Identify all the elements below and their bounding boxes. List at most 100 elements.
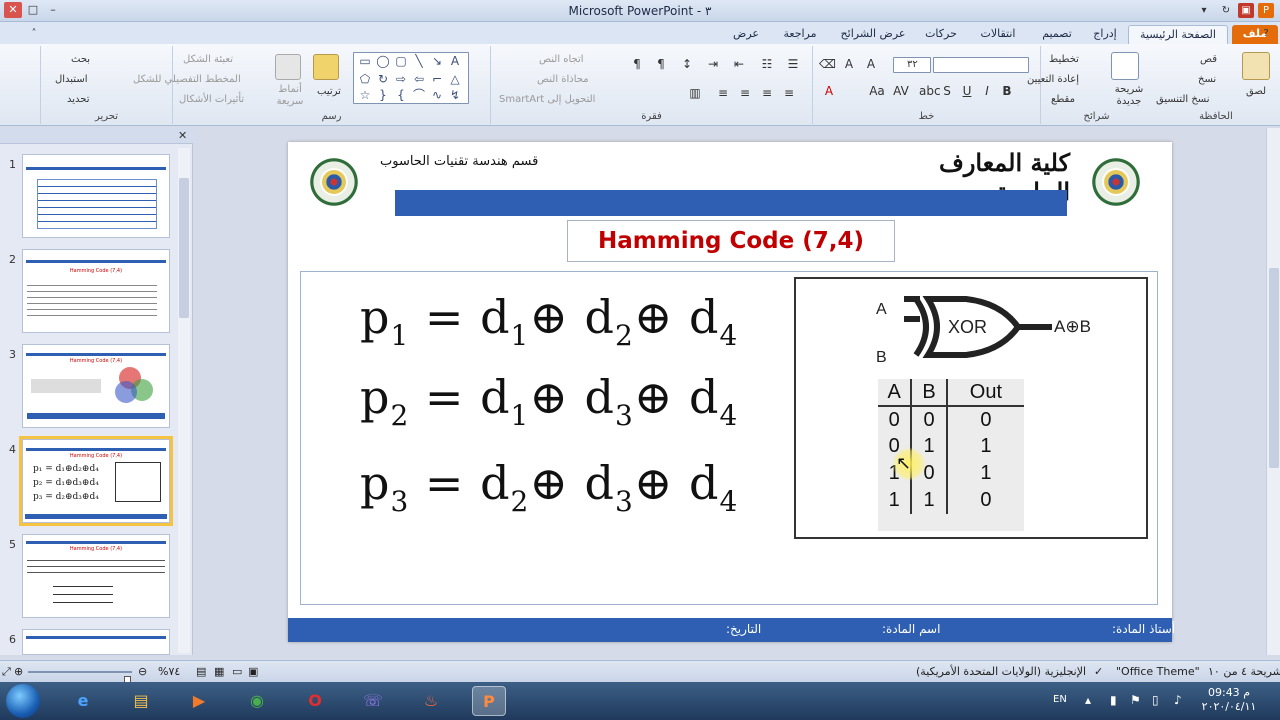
slide-thumbnail[interactable]: Hamming Code (7,4): [22, 249, 170, 333]
shape-line-icon[interactable]: ╲: [411, 54, 427, 68]
tab-animations[interactable]: حركات: [918, 25, 964, 44]
powerpoint-app-icon[interactable]: P: [1258, 3, 1274, 18]
fit-slide-icon[interactable]: ⤢: [2, 665, 11, 679]
align-right-icon[interactable]: ≡: [781, 86, 797, 100]
view-sorter-icon[interactable]: ▦: [214, 665, 224, 678]
shape-connector-icon[interactable]: ⌐: [429, 72, 445, 86]
shape-curve-icon[interactable]: ∿: [429, 88, 445, 102]
text-direction-button[interactable]: اتجاه النص: [539, 54, 584, 65]
change-case-icon[interactable]: Aa: [869, 84, 885, 98]
cut-button[interactable]: قص: [1200, 54, 1217, 65]
thumbnail-scrollbar[interactable]: [178, 148, 190, 653]
keyboard-language[interactable]: EN: [1053, 694, 1067, 705]
font-name-box[interactable]: [933, 57, 1029, 73]
tab-view[interactable]: عرض: [724, 25, 768, 44]
equation-p3[interactable]: p3 = d2⊕ d3⊕ d4: [360, 456, 738, 518]
equation-p1[interactable]: p1 = d1⊕ d2⊕ d4: [360, 290, 738, 352]
browser-icon[interactable]: ♨: [414, 686, 448, 716]
new-slide-button[interactable]: شريحة جديدة: [1107, 84, 1151, 108]
quick-styles-button[interactable]: أنماط سريعة: [273, 84, 307, 108]
media-player-icon[interactable]: ▶: [182, 686, 216, 716]
columns-icon[interactable]: ▥: [687, 86, 703, 100]
close-pane-icon[interactable]: ✕: [178, 129, 187, 142]
shape-triangle-icon[interactable]: △: [447, 72, 463, 86]
slide-thumbnail[interactable]: [22, 629, 170, 655]
shape-left-arrow-icon[interactable]: ⇦: [411, 72, 427, 86]
language-indicator[interactable]: الإنجليزية (الولايات المتحدة الأمريكية): [916, 665, 1086, 678]
zoom-slider[interactable]: [28, 671, 132, 688]
clock[interactable]: 09:43 م ٢٠٢٠/٠٤/١١: [1198, 686, 1260, 714]
bullets-icon[interactable]: ☰: [785, 57, 801, 71]
close-button[interactable]: ✕: [4, 2, 22, 18]
grow-font-icon[interactable]: A: [863, 57, 879, 71]
powerpoint-taskbar-icon[interactable]: P: [472, 686, 506, 716]
internet-explorer-icon[interactable]: e: [66, 686, 100, 716]
section-button[interactable]: مقطع: [1051, 94, 1075, 105]
slide-thumbnail[interactable]: [22, 154, 170, 238]
arrange-icon[interactable]: [313, 54, 339, 80]
shape-textbox-icon[interactable]: A: [447, 54, 463, 68]
find-button[interactable]: بحث: [71, 54, 90, 65]
bold-icon[interactable]: B: [999, 84, 1015, 98]
select-button[interactable]: تحديد: [67, 94, 90, 105]
minimize-button[interactable]: –: [44, 2, 62, 18]
paste-icon[interactable]: [1242, 52, 1270, 80]
shape-arrow-icon[interactable]: ↘: [429, 54, 445, 68]
file-explorer-icon[interactable]: ▤: [124, 686, 158, 716]
shape-right-arrow-icon[interactable]: ⇨: [393, 72, 409, 86]
tab-review[interactable]: مراجعة: [772, 25, 828, 44]
char-spacing-icon[interactable]: AV: [893, 84, 909, 98]
tab-home[interactable]: الصفحة الرئيسية: [1128, 25, 1228, 44]
spellcheck-icon[interactable]: ✓: [1094, 665, 1103, 678]
justify-icon[interactable]: ≡: [715, 86, 731, 100]
shape-oval-icon[interactable]: ◯: [375, 54, 391, 68]
view-reading-icon[interactable]: ▭: [232, 665, 242, 678]
tab-transitions[interactable]: انتقالات: [968, 25, 1028, 44]
tab-insert[interactable]: إدراج: [1086, 25, 1124, 44]
redo-icon[interactable]: ↻: [1218, 3, 1234, 18]
customize-qat-icon[interactable]: ▾: [1196, 3, 1212, 18]
underline-icon[interactable]: U: [959, 84, 975, 98]
decrease-indent-icon[interactable]: ⇤: [731, 57, 747, 71]
quick-styles-icon[interactable]: [275, 54, 301, 80]
equation-p2[interactable]: p2 = d1⊕ d3⊕ d4: [360, 370, 738, 432]
network-icon[interactable]: ▮: [1110, 693, 1117, 707]
current-slide[interactable]: قسم هندسة تقنيات الحاسوب كلية المعارف ال…: [288, 142, 1175, 642]
viber-icon[interactable]: ☏: [356, 686, 390, 716]
view-slideshow-icon[interactable]: ▣: [248, 665, 258, 678]
minimize-ribbon-icon[interactable]: ˄: [26, 26, 42, 41]
slides-tab[interactable]: [0, 128, 193, 144]
shape-brace-left-icon[interactable]: {: [393, 88, 409, 102]
shape-effects-button[interactable]: تأثيرات الأشكال: [179, 94, 244, 105]
shrink-font-icon[interactable]: A: [841, 57, 857, 71]
convert-smartart-button[interactable]: التحويل إلى SmartArt: [499, 94, 595, 105]
shape-arc-icon[interactable]: ⌒: [411, 88, 427, 102]
volume-icon[interactable]: ♪: [1174, 693, 1182, 707]
slide-thumbnail[interactable]: Hamming Code (7,4): [22, 344, 170, 428]
editor-scrollbar[interactable]: [1266, 128, 1280, 655]
start-button[interactable]: [6, 684, 40, 718]
copy-button[interactable]: نسخ: [1198, 74, 1216, 85]
font-color-icon[interactable]: A: [821, 84, 837, 98]
shape-star-icon[interactable]: ☆: [357, 88, 373, 102]
numbering-icon[interactable]: ☷: [759, 57, 775, 71]
opera-icon[interactable]: O: [298, 686, 332, 716]
save-icon[interactable]: ▣: [1238, 3, 1254, 18]
shape-pentagon-icon[interactable]: ⬠: [357, 72, 373, 86]
clear-formatting-icon[interactable]: ⌫: [819, 57, 836, 71]
help-icon[interactable]: ?: [1258, 26, 1274, 41]
battery-icon[interactable]: ▯: [1152, 693, 1159, 707]
ltr-icon[interactable]: ¶: [629, 57, 645, 71]
zoom-level[interactable]: %٧٤: [158, 665, 180, 678]
tab-design[interactable]: تصميم: [1032, 25, 1082, 44]
shape-fill-button[interactable]: تعبئة الشكل: [183, 54, 233, 65]
arrange-button[interactable]: ترتيب: [317, 86, 341, 97]
tab-slideshow[interactable]: عرض الشرائح: [832, 25, 914, 44]
format-painter-button[interactable]: نسخ التنسيق: [1156, 94, 1209, 105]
layout-button[interactable]: تخطيط: [1049, 54, 1079, 65]
shape-loop-icon[interactable]: ↻: [375, 72, 391, 86]
zoom-out-icon[interactable]: ⊖: [138, 665, 147, 678]
paste-button[interactable]: لصق: [1246, 86, 1266, 97]
shape-brace-icon[interactable]: }: [375, 88, 391, 102]
line-spacing-icon[interactable]: ↕: [679, 57, 695, 71]
